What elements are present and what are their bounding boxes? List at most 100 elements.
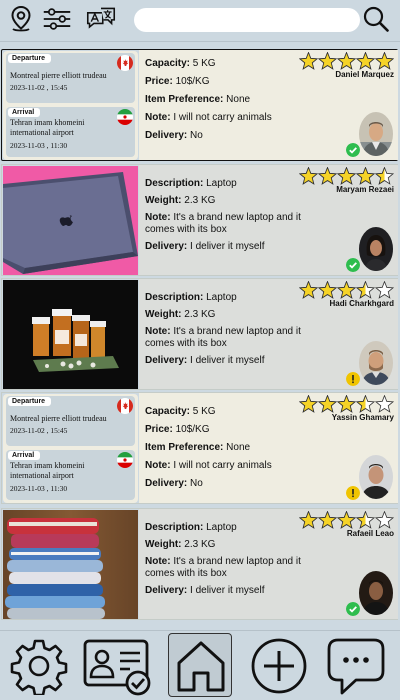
description-label: Description: (145, 178, 204, 189)
star-fill (336, 281, 357, 299)
item-preference-value: None (226, 94, 251, 105)
capacity-value: 5 KG (192, 406, 216, 417)
arrival-place: Tehran imam khomeini international airpo… (10, 461, 85, 480)
delivery-row: Delivery: I deliver it myself (145, 355, 321, 367)
star-fill (317, 281, 338, 299)
note-value: I will not carry animals (173, 112, 272, 123)
chat-icon[interactable] (326, 637, 386, 697)
user-avatar[interactable] (359, 227, 393, 271)
price-row: Price: 10$/KG (145, 76, 321, 88)
capacity-label: Capacity: (145, 406, 191, 417)
star-fill (336, 167, 357, 185)
trip-route: Departure Montreal pierre elliott trudea… (3, 394, 138, 503)
description-label: Description: (145, 292, 204, 303)
user-avatar[interactable] (359, 455, 393, 499)
sliders-filter-icon[interactable] (42, 4, 72, 34)
item-card[interactable]: Description: Laptop Weight: 2.3 KG Note:… (1, 278, 398, 390)
star-fill (336, 52, 357, 70)
note-label: Note: (145, 326, 171, 337)
user-avatar[interactable] (359, 112, 393, 156)
price-value: 10$/KG (175, 424, 210, 435)
item-preference-label: Item Preference: (145, 442, 224, 453)
description-value: Laptop (206, 522, 237, 533)
trip-card[interactable]: Departure Montreal pierre elliott trudea… (1, 49, 398, 161)
pending-badge-icon (346, 486, 360, 500)
rating-stars (299, 511, 395, 529)
departure-label: Departure (8, 54, 52, 63)
delivery-label: Delivery: (145, 241, 188, 252)
departure-place: Montreal pierre elliott trudeau (10, 71, 107, 80)
star-fill (299, 52, 319, 70)
star-outline (374, 281, 395, 299)
star-fill (336, 395, 357, 413)
description-label: Description: (145, 522, 204, 533)
trip-details: Capacity: 5 KG Price: 10$/KG Item Prefer… (139, 50, 398, 160)
user-name[interactable]: Yassin Ghamary (332, 413, 394, 422)
star-outline (374, 395, 395, 413)
home-icon (177, 641, 225, 692)
delivery-row: Delivery: No (145, 130, 321, 142)
search-icon[interactable] (362, 5, 390, 33)
price-value: 10$/KG (175, 76, 210, 87)
delivery-row: Delivery: I deliver it myself (145, 585, 321, 597)
delivery-value: I deliver it myself (190, 355, 265, 366)
delivery-label: Delivery: (145, 585, 188, 596)
user-name[interactable]: Rafaeil Leao (347, 529, 394, 538)
item-card[interactable]: Description: Laptop Weight: 2.3 KG Note:… (1, 508, 398, 620)
capacity-value: 5 KG (192, 58, 216, 69)
star-fill (299, 511, 319, 529)
capacity-label: Capacity: (145, 58, 191, 69)
trip-card[interactable]: Departure Montreal pierre elliott trudea… (1, 392, 398, 504)
user-name[interactable]: Hadi Charkhgard (330, 299, 394, 308)
delivery-value: I deliver it myself (190, 585, 265, 596)
price-row: Price: 10$/KG (145, 424, 321, 436)
user-avatar[interactable] (359, 341, 393, 385)
pill-bottles-photo (3, 280, 138, 389)
profile-card-icon[interactable] (82, 637, 154, 697)
departure-place: Montreal pierre elliott trudeau (10, 414, 107, 423)
delivery-value: No (190, 130, 203, 141)
star-fill (317, 395, 338, 413)
note-row: Note: I will not carry animals (145, 460, 321, 472)
departure-datetime: 2023-11-02 , 15:45 (10, 426, 68, 435)
delivery-label: Delivery: (145, 130, 188, 141)
plus-icon[interactable] (250, 637, 308, 695)
user-name[interactable]: Daniel Marquez (335, 70, 394, 79)
arrival-box: Arrival Tehran imam khomeini internation… (6, 450, 135, 500)
star-fill (336, 511, 357, 529)
listing-feed[interactable]: Departure Montreal pierre elliott trudea… (0, 44, 400, 628)
star-fill (299, 281, 319, 299)
user-avatar[interactable] (359, 571, 393, 615)
delivery-row: Delivery: No (145, 478, 321, 490)
bottom-nav (0, 630, 400, 700)
description-row: Description: Laptop (145, 178, 321, 190)
home-button[interactable] (168, 633, 232, 697)
search-input[interactable] (134, 8, 360, 32)
location-pin-icon[interactable] (6, 4, 36, 34)
delivery-label: Delivery: (145, 355, 188, 366)
verified-badge-icon (346, 602, 360, 616)
rating-stars (299, 395, 395, 413)
trip-details: Capacity: 5 KG Price: 10$/KG Item Prefer… (139, 393, 398, 503)
item-preference-label: Item Preference: (145, 94, 224, 105)
weight-row: Weight: 2.3 KG (145, 195, 321, 207)
weight-label: Weight: (145, 195, 182, 206)
note-value: I will not carry animals (173, 460, 272, 471)
star-fill (355, 167, 376, 185)
gear-icon[interactable] (10, 637, 68, 695)
capacity-row: Capacity: 5 KG (145, 58, 321, 70)
laptop-photo (3, 166, 138, 275)
translate-icon[interactable] (86, 4, 116, 34)
price-label: Price: (145, 424, 173, 435)
note-label: Note: (145, 460, 171, 471)
note-row: Note: I will not carry animals (145, 112, 321, 124)
weight-row: Weight: 2.3 KG (145, 309, 321, 321)
item-details: Description: Laptop Weight: 2.3 KG Note:… (139, 165, 398, 275)
departure-box: Departure Montreal pierre elliott trudea… (6, 396, 135, 446)
iran-flag-icon (117, 109, 133, 125)
item-card[interactable]: Description: Laptop Weight: 2.3 KG Note:… (1, 164, 398, 276)
note-row: Note: It's a brand new laptop and it com… (145, 326, 321, 350)
trip-route: Departure Montreal pierre elliott trudea… (3, 51, 138, 160)
weight-label: Weight: (145, 309, 182, 320)
user-name[interactable]: Maryam Rezaei (336, 185, 394, 194)
